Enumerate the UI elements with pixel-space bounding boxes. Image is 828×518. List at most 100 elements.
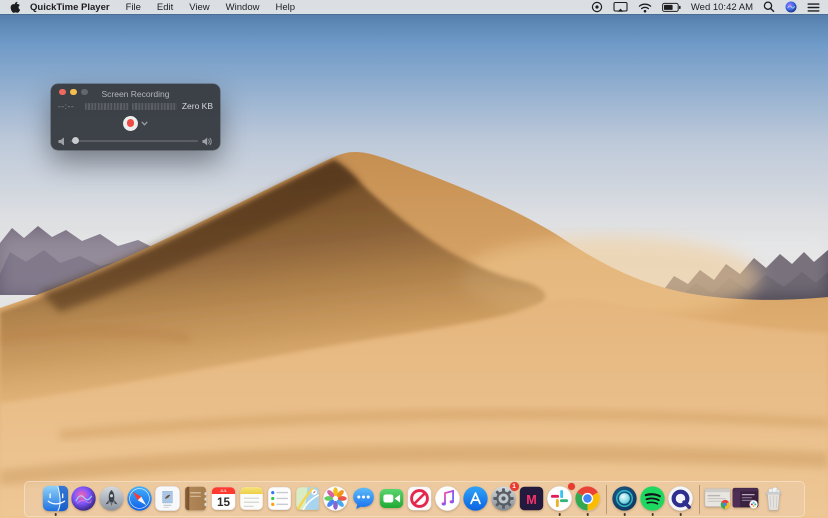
chrome-icon	[574, 485, 601, 512]
dock-item-siri[interactable]	[70, 482, 98, 516]
dock-item-selfcontrol[interactable]	[406, 482, 434, 516]
volume-slider-knob[interactable]	[72, 137, 79, 144]
spotify-icon	[639, 485, 666, 512]
menu-bar: QuickTime Player File Edit View Window H…	[0, 0, 828, 14]
apple-menu[interactable]	[10, 1, 20, 13]
spotlight-search-icon[interactable]	[763, 1, 775, 13]
window-titlebar[interactable]: Screen Recording	[51, 84, 220, 99]
mail-icon	[154, 485, 181, 512]
messages-icon	[350, 485, 377, 512]
menu-window[interactable]: Window	[218, 2, 268, 13]
finder-icon	[42, 485, 69, 512]
siri-icon[interactable]	[785, 1, 797, 13]
svg-text:15: 15	[217, 496, 231, 509]
minimize-button[interactable]	[70, 89, 77, 96]
volume-slider[interactable]	[70, 140, 198, 142]
appstore-icon	[462, 485, 489, 512]
speaker-mute-icon	[58, 137, 66, 146]
menu-view[interactable]: View	[181, 2, 217, 13]
dock-item-maps[interactable]	[294, 482, 322, 516]
dock-item-facetime[interactable]	[378, 482, 406, 516]
dock-separator	[699, 485, 700, 514]
close-button[interactable]	[59, 89, 66, 96]
svg-text:JUL: JUL	[220, 488, 228, 493]
dock-item-safari[interactable]	[126, 482, 154, 516]
screen-recording-window: Screen Recording --:-- Zero KB	[51, 84, 220, 150]
running-indicator	[54, 513, 57, 516]
safari-icon	[126, 485, 153, 512]
record-dot-icon	[127, 119, 135, 127]
desktop: QuickTime Player File Edit View Window H…	[0, 0, 828, 518]
quicktime-icon	[667, 485, 694, 512]
wifi-icon[interactable]	[638, 2, 652, 13]
svg-text:M: M	[526, 492, 537, 506]
menu-help[interactable]: Help	[267, 2, 303, 13]
dock-item-contacts[interactable]	[182, 482, 210, 516]
battery-icon[interactable]	[662, 2, 681, 13]
minwin-slack-icon	[732, 485, 759, 512]
dock-separator	[606, 485, 607, 514]
running-indicator	[558, 513, 561, 516]
dock-item-itunes[interactable]	[434, 482, 462, 516]
mapp-icon: M	[518, 485, 545, 512]
dock-item-notes[interactable]	[238, 482, 266, 516]
selfcontrol-icon	[406, 485, 433, 512]
dock-item-spotify[interactable]	[639, 482, 667, 516]
photos-icon	[322, 485, 349, 512]
recording-status-row: --:-- Zero KB	[51, 100, 220, 112]
volume-row	[51, 134, 220, 148]
dock-item-launchpad[interactable]	[98, 482, 126, 516]
dock-item-finder[interactable]	[42, 482, 70, 516]
running-indicator	[679, 513, 682, 516]
screen-mirroring-icon[interactable]	[613, 1, 628, 13]
webex-icon	[611, 485, 638, 512]
running-indicator	[651, 513, 654, 516]
menu-bar-clock[interactable]: Wed 10:42 AM	[691, 2, 753, 13]
recording-file-size: Zero KB	[182, 101, 213, 111]
screen-recording-stop-icon[interactable]	[591, 1, 603, 13]
reminders-icon	[266, 485, 293, 512]
dock-item-minwin-slack[interactable]	[732, 482, 760, 516]
record-button[interactable]	[123, 116, 138, 131]
record-options-chevron-icon[interactable]	[141, 121, 148, 126]
itunes-icon	[434, 485, 461, 512]
launchpad-icon	[98, 485, 125, 512]
dock-item-webex[interactable]	[611, 482, 639, 516]
dock-item-calendar[interactable]: 15 JUL	[210, 482, 238, 516]
menu-bar-status-area: Wed 10:42 AM	[591, 1, 820, 13]
siri-icon	[70, 485, 97, 512]
facetime-icon	[378, 485, 405, 512]
dock-item-chrome[interactable]	[574, 482, 602, 516]
dock-item-reminders[interactable]	[266, 482, 294, 516]
apple-logo-icon	[10, 1, 20, 13]
running-indicator	[623, 513, 626, 516]
record-controls-row	[51, 112, 220, 134]
dock-item-photos[interactable]	[322, 482, 350, 516]
notification-center-icon[interactable]	[807, 2, 820, 13]
recording-timer: --:--	[58, 101, 80, 111]
dock-item-minwin-chrome[interactable]	[704, 482, 732, 516]
dock-item-sysprefs[interactable]: 1	[490, 482, 518, 516]
dock-item-mapp[interactable]: M	[518, 482, 546, 516]
dock-item-mail[interactable]	[154, 482, 182, 516]
minwin-chrome-icon	[704, 485, 731, 512]
running-indicator	[586, 513, 589, 516]
menu-file[interactable]: File	[118, 2, 149, 13]
menu-edit[interactable]: Edit	[149, 2, 181, 13]
dock-item-messages[interactable]	[350, 482, 378, 516]
wallpaper-mojave-dunes	[0, 0, 828, 518]
window-title: Screen Recording	[101, 89, 169, 99]
menu-app-name[interactable]: QuickTime Player	[26, 2, 118, 13]
dock-item-appstore[interactable]	[462, 482, 490, 516]
contacts-icon	[182, 485, 209, 512]
dock-item-trash[interactable]	[760, 482, 788, 516]
dock-item-slack[interactable]	[546, 482, 574, 516]
dock-item-quicktime[interactable]	[667, 482, 695, 516]
dock: 15 JUL 1M	[24, 481, 805, 517]
calendar-icon: 15 JUL	[210, 485, 237, 512]
audio-level-meter	[85, 103, 177, 110]
zoom-button-disabled	[81, 89, 88, 96]
maps-icon	[294, 485, 321, 512]
notes-icon	[238, 485, 265, 512]
speaker-loud-icon	[202, 137, 213, 146]
